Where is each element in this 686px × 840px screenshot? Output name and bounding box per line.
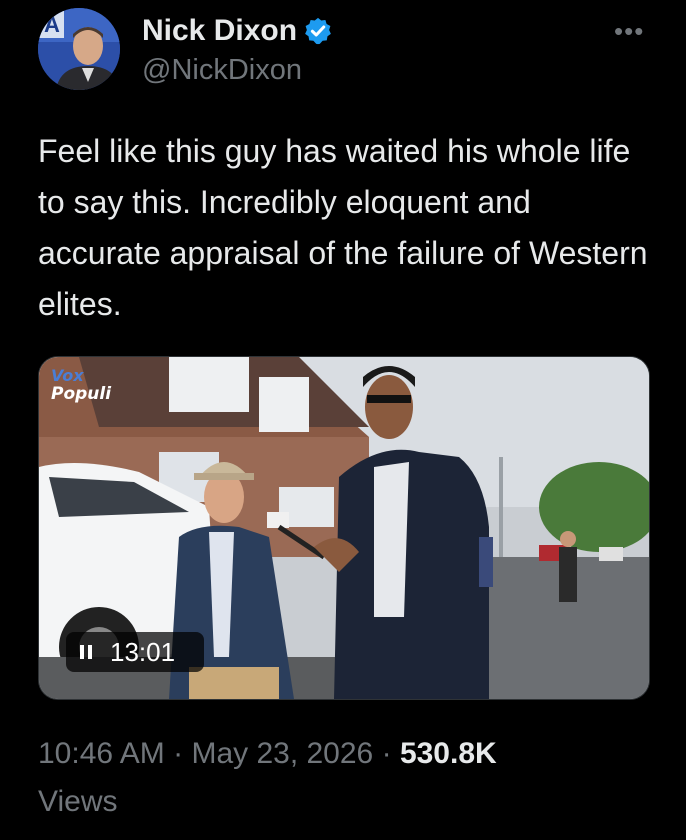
video-player[interactable]: Vox Populi 13:01 — [38, 356, 650, 700]
tweet-date[interactable]: May 23, 2026 — [191, 737, 373, 770]
video-duration: 13:01 — [110, 636, 176, 667]
tweet-time[interactable]: 10:46 AM — [38, 737, 165, 770]
author-name[interactable]: Nick Dixon — [142, 14, 297, 48]
tweet-text: Feel like this guy has waited his whole … — [38, 133, 648, 322]
meta-separator: · — [173, 737, 184, 770]
svg-text:A: A — [44, 12, 60, 37]
views-count[interactable]: 530.8K — [400, 737, 497, 770]
more-options-icon[interactable]: ••• — [614, 16, 644, 47]
pause-icon[interactable] — [80, 645, 92, 659]
video-duration-badge[interactable]: 13:01 — [66, 632, 204, 672]
author-name-row: Nick Dixon — [142, 14, 333, 48]
tweet-meta: 10:46 AM · May 23, 2026 · 530.8K Views — [38, 730, 658, 826]
author-handle[interactable]: @NickDixon — [142, 54, 302, 87]
meta-separator: · — [381, 737, 392, 770]
views-label[interactable]: Views — [38, 785, 117, 818]
tweet-header: A Nick Dixon @NickDixon ••• — [38, 8, 678, 98]
vox-populi-logo: Vox Populi — [51, 366, 112, 404]
avatar[interactable]: A — [38, 8, 120, 90]
verified-badge-icon — [305, 17, 331, 45]
